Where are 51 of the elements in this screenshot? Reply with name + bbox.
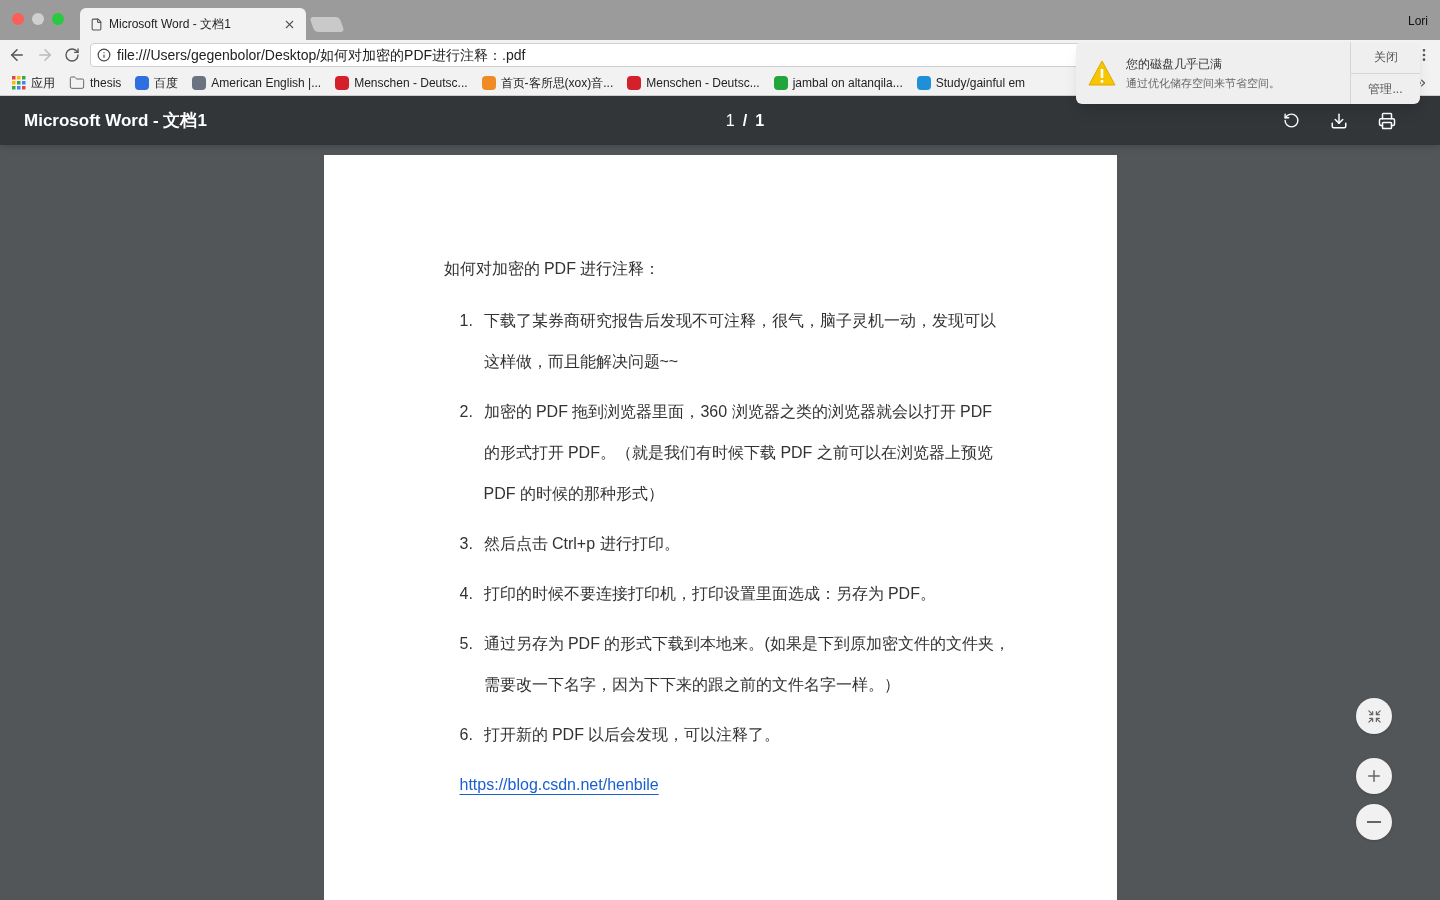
- bookmark-link[interactable]: thesis: [90, 73, 122, 92]
- bookmark-link[interactable]: 百度: [154, 73, 179, 92]
- list-text-line: 的形式打开 PDF。（就是我们有时候下载 PDF 之前可以在浏览器上预览: [483, 443, 993, 463]
- folder-icon: [69, 74, 85, 91]
- list-number: 3.: [459, 534, 474, 554]
- list-number: 2.: [459, 402, 474, 422]
- page-separator: /: [742, 110, 748, 131]
- reload-icon[interactable]: [64, 47, 80, 63]
- bookmark-link[interactable]: Study/gainful em: [935, 73, 1026, 92]
- bookmark-link[interactable]: jambal on altanqila...: [792, 73, 903, 92]
- shrink-icon: [1366, 708, 1382, 724]
- bookmark-link[interactable]: American English |...: [211, 73, 322, 92]
- bookmark-link[interactable]: 首页-客所思(xox)音...: [500, 73, 614, 92]
- notification-button[interactable]: 管理...: [1351, 72, 1420, 104]
- list-text-line: 加密的 PDF 拖到浏览器里面，360 浏览器之类的浏览器就会以打开 PDF: [483, 402, 993, 422]
- rotate-icon[interactable]: [1283, 111, 1300, 129]
- page-count: 1: [755, 110, 765, 131]
- bookmark-link[interactable]: 应用: [31, 73, 55, 92]
- list-text-line: 需要改一下名字，因为下下来的跟之前的文件名字一样。）: [483, 675, 901, 695]
- list-text-line: PDF 的时候的那种形式）: [483, 484, 665, 504]
- bookmark-link[interactable]: Menschen - Deutsc...: [354, 73, 468, 92]
- page-number[interactable]: 1: [725, 108, 735, 133]
- print-icon[interactable]: [1378, 111, 1396, 130]
- list-number: 4.: [459, 584, 474, 604]
- page-icon: [90, 17, 103, 31]
- document-title: Microsoft Word - 文档1: [24, 109, 208, 132]
- minus-icon: [1367, 821, 1381, 823]
- list-text-line: 然后点击 Ctrl+p 进行打印。: [483, 534, 680, 554]
- list-text-line: 这样做，而且能解决问题~~: [483, 352, 680, 372]
- zoom-in-button[interactable]: [1356, 758, 1392, 794]
- notification-message: 通过优化储存空间来节省空间。: [1126, 75, 1280, 91]
- profile-name[interactable]: Lori: [1408, 12, 1428, 30]
- list-text-line: 打开新的 PDF 以后会发现，可以注释了。: [483, 725, 781, 745]
- list-number: 1.: [459, 311, 474, 331]
- plus-icon: [1365, 767, 1383, 785]
- browser-tab[interactable]: Microsoft Word - 文档1: [80, 8, 306, 40]
- fit-page-button[interactable]: [1356, 698, 1392, 734]
- warning-icon: [1088, 60, 1116, 86]
- list-text-line: 下载了某券商研究报告后发现不可注释，很气，脑子灵机一动，发现可以: [483, 311, 996, 331]
- apps-grid-icon: [12, 75, 26, 90]
- back-icon[interactable]: [8, 46, 26, 64]
- bookmark-link[interactable]: Menschen - Deutsc...: [646, 73, 760, 92]
- document-heading: 如何对加密的 PDF 进行注释：: [443, 259, 662, 279]
- list-number: 6.: [459, 725, 474, 745]
- blog-link[interactable]: https://blog.csdn.net/henbile: [459, 773, 659, 797]
- list-number: 5.: [459, 634, 474, 654]
- list-text-line: 通过另存为 PDF 的形式下载到本地来。(如果是下到原加密文件的文件夹，: [483, 634, 1010, 654]
- list-text-line: 打印的时候不要连接打印机，打印设置里面选成：另存为 PDF。: [483, 584, 936, 604]
- info-icon: [97, 48, 111, 62]
- download-icon[interactable]: [1330, 111, 1348, 130]
- zoom-out-button[interactable]: [1356, 804, 1392, 840]
